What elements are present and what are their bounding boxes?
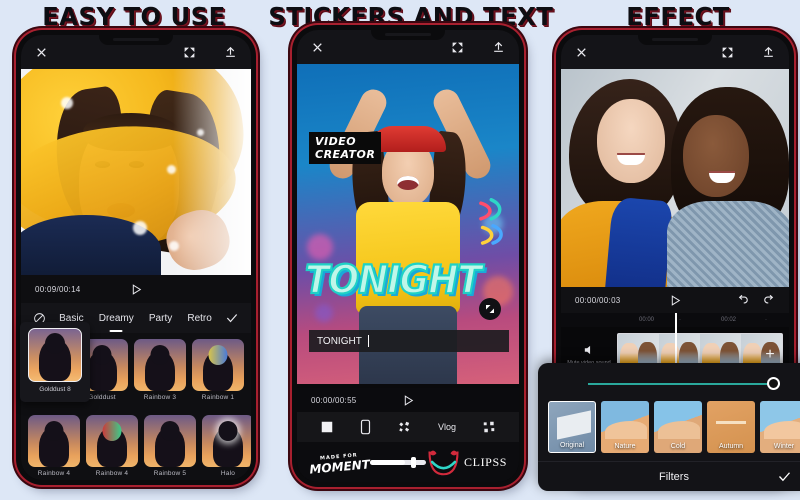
selected-filter-thumbnail	[28, 328, 82, 382]
filter-thumb-label: Rainbow 1	[201, 394, 235, 401]
play-icon[interactable]	[669, 294, 682, 307]
undo-icon[interactable]	[735, 293, 749, 307]
sticker-icon[interactable]	[397, 420, 412, 434]
heading-easy-to-use: EASY TO USE	[42, 2, 226, 31]
phone1-timeline-bar: 00:09/00:14	[21, 275, 251, 303]
heading-effect: EFFECT	[626, 2, 730, 31]
selected-filter-popout[interactable]: Golddust 8	[20, 322, 90, 402]
close-icon[interactable]	[35, 46, 48, 59]
phone3-timeline-bar: 00:00/00:03	[561, 287, 789, 313]
tonight-text-art[interactable]: TONIGHT	[304, 257, 483, 303]
swirl-decoration-icon	[479, 198, 503, 245]
phone3-timestamp: 00:00/00:03	[575, 295, 621, 305]
filter-presets-row[interactable]: Original Nature Cold Autumn Winter Holid…	[548, 401, 800, 453]
filter-thumb-halo[interactable]: Halo	[202, 415, 251, 477]
phone-mockup-effect: 00:00/00:03 00:00 · 00:02 · Mute v	[538, 30, 800, 491]
filters-panel[interactable]: Original Nature Cold Autumn Winter Holid…	[538, 363, 800, 491]
ruler-mark-0: 00:00	[639, 317, 655, 323]
speaker-mute-icon[interactable]	[561, 343, 617, 357]
filter-thumb-rainbow-3[interactable]: Rainbow 3	[134, 339, 186, 401]
filter-preset-winter[interactable]: Winter	[760, 401, 800, 453]
filter-thumb-label: Halo	[220, 470, 236, 477]
sticker-line-1: VIDEO	[315, 135, 357, 148]
close-icon[interactable]	[311, 41, 324, 54]
play-icon[interactable]	[402, 394, 415, 407]
filter-tab-dreamy[interactable]: Dreamy	[97, 310, 136, 327]
moment-logo: MADE FOR MOMENT	[308, 449, 371, 476]
slider-knob[interactable]	[767, 377, 780, 390]
phone-notch	[371, 30, 445, 40]
filter-intensity-slider[interactable]	[588, 377, 780, 391]
phone-icon[interactable]	[360, 419, 371, 435]
filter-preset-label: Nature	[614, 443, 636, 450]
filter-thumb-label: Rainbow 4	[37, 470, 71, 477]
filter-preset-label: Original	[559, 442, 585, 449]
effects-icon[interactable]	[482, 420, 496, 434]
upload-icon[interactable]	[762, 45, 775, 59]
redo-icon[interactable]	[763, 293, 777, 307]
filter-thumb-rainbow-5[interactable]: Rainbow 5	[144, 415, 196, 477]
filter-tab-party[interactable]: Party	[147, 310, 174, 327]
check-icon[interactable]	[225, 311, 239, 325]
filter-preset-original[interactable]: Original	[548, 401, 596, 453]
sticker-line-2: CREATOR	[315, 148, 376, 161]
filter-tab-retro[interactable]: Retro	[185, 310, 213, 327]
filter-thumb-rainbow-4a[interactable]: Rainbow 4	[28, 415, 80, 477]
upload-icon[interactable]	[224, 45, 237, 59]
expand-icon[interactable]	[451, 41, 464, 54]
expand-icon[interactable]	[183, 46, 196, 59]
filter-preset-label: Autumn	[718, 443, 744, 450]
filter-thumb-label: Rainbow 3	[143, 394, 177, 401]
ruler-mark-1: 00:02	[721, 317, 737, 323]
filter-preset-label: Cold	[670, 443, 686, 450]
check-icon[interactable]	[777, 469, 792, 484]
filter-preset-label: Winter	[773, 443, 795, 450]
phone-notch	[638, 35, 712, 45]
phone3-preview-photo	[561, 69, 789, 287]
filter-preset-autumn[interactable]: Autumn	[707, 401, 755, 453]
add-clip-button[interactable]: +	[761, 346, 779, 364]
filter-preset-cold[interactable]: Cold	[654, 401, 702, 453]
canvas-icon[interactable]	[320, 420, 334, 434]
filter-thumb-rainbow-4b[interactable]: Rainbow 4	[86, 415, 138, 477]
filter-thumb-label: Rainbow 4	[95, 470, 129, 477]
phone-notch	[99, 35, 173, 45]
phone1-filter-row-2[interactable]: Rainbow 4 Rainbow 4 Rainbow 5 Halo	[21, 409, 251, 480]
text-caret	[367, 335, 369, 347]
text-input-value: TONIGHT	[317, 335, 362, 347]
play-icon[interactable]	[130, 283, 143, 296]
mask-badge-icon[interactable]	[479, 298, 501, 320]
expand-icon[interactable]	[721, 46, 734, 59]
filters-panel-title: Filters	[659, 470, 689, 483]
smiley-face-icon	[427, 450, 459, 476]
phone2-timeline-bar: 00:00/00:55	[297, 388, 519, 412]
tool-label-vlog[interactable]: Vlog	[438, 422, 456, 432]
phone2-toolbar[interactable]: Vlog	[297, 412, 519, 442]
phone2-brand-row: MADE FOR MOMENT CLIPSS	[297, 442, 519, 482]
brand-slider[interactable]	[369, 456, 426, 468]
phone2-timestamp: 00:00/00:55	[311, 395, 357, 405]
phone1-preview-photo	[21, 69, 251, 275]
clipss-brand-label: CLIPSS	[464, 454, 507, 469]
filter-thumb-label: Rainbow 5	[153, 470, 187, 477]
selected-filter-label: Golddust 8	[39, 386, 71, 393]
phone-mockup-stickers-and-text: VIDEO CREATOR TONIGHT TONIGHT 00:00/00:5…	[292, 25, 524, 487]
sticker-video-creator[interactable]: VIDEO CREATOR	[309, 132, 382, 164]
phone-mockup-easy-to-use: 00:09/00:14 Basic Dreamy Party Retro Gol…	[16, 30, 256, 485]
filters-panel-footer: Filters	[538, 461, 800, 491]
filter-preset-nature[interactable]: Nature	[601, 401, 649, 453]
phone1-timestamp: 00:09/00:14	[35, 284, 81, 294]
text-input-field[interactable]: TONIGHT	[309, 330, 509, 352]
filter-thumb-rainbow-1[interactable]: Rainbow 1	[192, 339, 244, 401]
upload-icon[interactable]	[492, 40, 505, 54]
close-icon[interactable]	[575, 46, 588, 59]
